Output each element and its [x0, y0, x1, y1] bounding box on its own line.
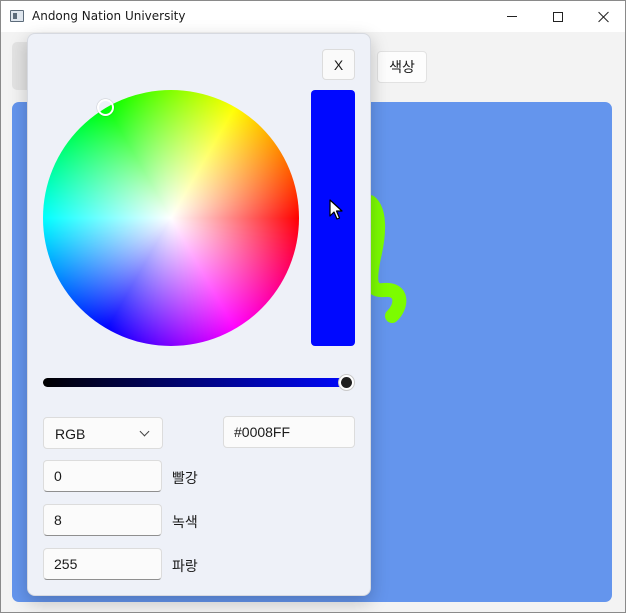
app-icon — [10, 10, 24, 22]
green-input[interactable]: 8 — [43, 504, 162, 536]
blue-input[interactable]: 255 — [43, 548, 162, 580]
title-bar[interactable]: Andong Nation University — [1, 1, 625, 32]
window-title: Andong Nation University — [32, 9, 186, 23]
maximize-button[interactable] — [535, 1, 581, 32]
hex-input[interactable]: #0008FF — [223, 416, 355, 448]
chevron-down-icon — [139, 426, 150, 437]
minimize-button[interactable] — [489, 1, 535, 32]
color-mode-combobox[interactable]: RGB — [43, 417, 163, 449]
mouse-cursor-icon — [329, 199, 343, 220]
red-input[interactable]: 0 — [43, 460, 162, 492]
app-window: Andong Nation University 색상 X RGB #0008F… — [0, 0, 626, 613]
maximize-icon — [553, 11, 563, 22]
close-icon — [598, 11, 610, 23]
close-picker-button[interactable]: X — [322, 49, 355, 80]
blue-label: 파랑 — [172, 559, 198, 575]
color-button[interactable]: 색상 — [377, 51, 427, 83]
red-label: 빨강 — [172, 471, 198, 487]
brightness-slider-track[interactable] — [43, 378, 353, 387]
color-mode-value: RGB — [55, 426, 86, 442]
green-label: 녹색 — [172, 515, 198, 531]
close-window-button[interactable] — [581, 1, 625, 32]
color-spectrum-wheel[interactable] — [43, 90, 299, 346]
minimize-icon — [507, 16, 517, 17]
brightness-slider-thumb[interactable] — [339, 375, 354, 390]
spectrum-selector-handle[interactable] — [97, 99, 114, 116]
